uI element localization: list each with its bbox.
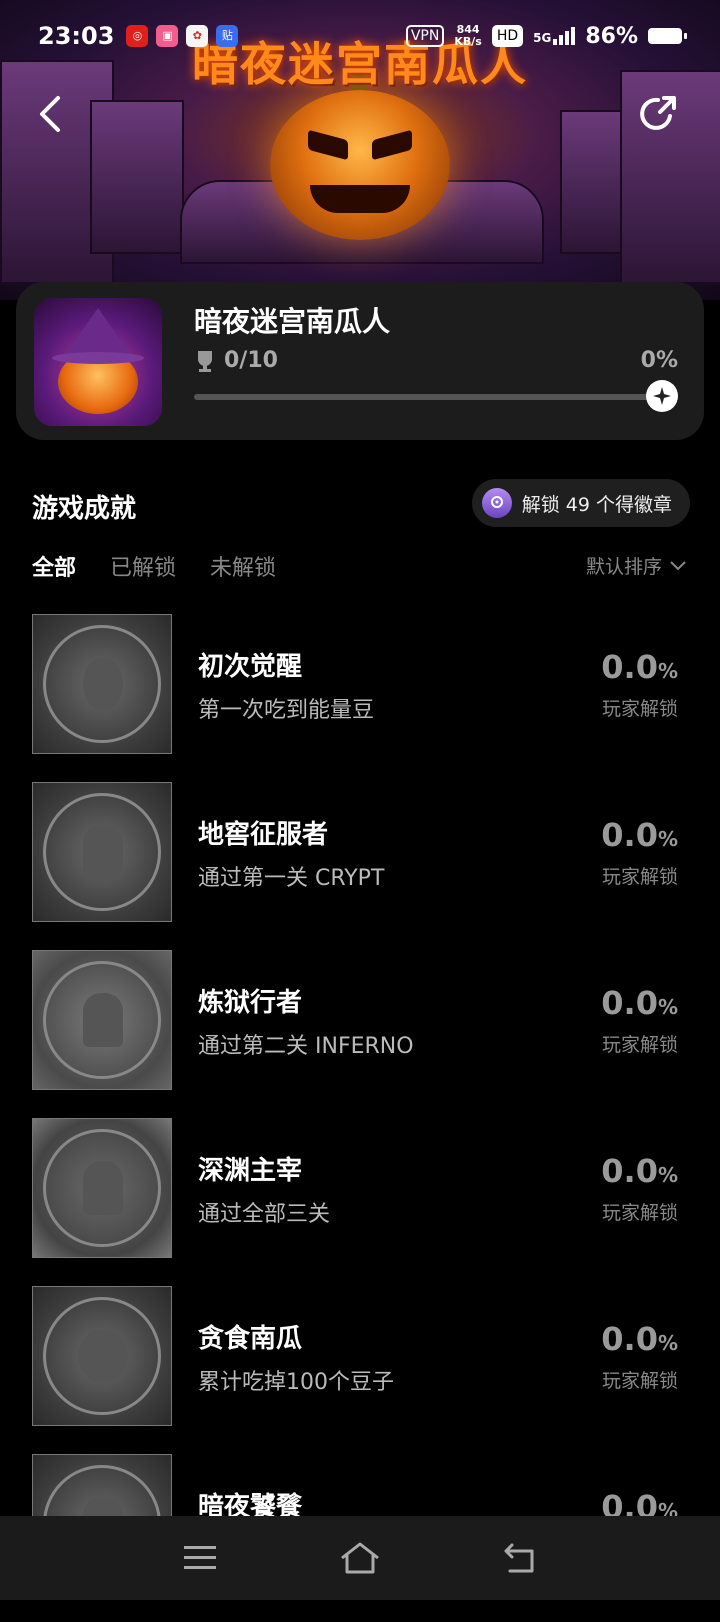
tieba-icon: 贴 <box>216 25 239 47</box>
percent-unit: % <box>657 827 678 851</box>
progress-knob <box>646 380 678 412</box>
share-icon <box>640 96 676 130</box>
chevron-down-icon <box>670 560 686 570</box>
percent-unit: % <box>657 995 678 1019</box>
achievement-badge-image <box>32 1118 172 1258</box>
bilibili-icon: ▣ <box>156 25 179 47</box>
vpn-indicator: VPN <box>405 25 445 47</box>
achievement-title: 深渊主宰 <box>198 1156 303 1186</box>
game-info-card: 暗夜迷宫南瓜人 0/10 0% <box>16 282 704 440</box>
achievement-sub: 玩家解锁 <box>601 1034 678 1056</box>
percent-unit: % <box>657 1163 678 1187</box>
achievement-title: 炼狱行者 <box>198 988 303 1018</box>
achievement-item[interactable]: 贪食南瓜 累计吃掉100个豆子 0.0% 玩家解锁 <box>0 1286 720 1454</box>
achievement-item[interactable]: 初次觉醒 第一次吃到能量豆 0.0% 玩家解锁 <box>0 614 720 782</box>
achievement-desc: 第一次吃到能量豆 <box>198 698 375 723</box>
status-time: 23:03 <box>38 22 115 50</box>
signal-icon: 5G <box>533 27 576 45</box>
netease-music-icon: ◎ <box>126 25 149 47</box>
achievement-item[interactable]: 深渊主宰 通过全部三关 0.0% 玩家解锁 <box>0 1118 720 1286</box>
percent-unit: % <box>657 1331 678 1355</box>
filter-tabs: 全部 已解锁 未解锁 <box>32 550 276 582</box>
menu-button[interactable] <box>180 1538 220 1578</box>
achievement-sub: 玩家解锁 <box>601 1370 678 1392</box>
achievement-badge-image <box>32 950 172 1090</box>
percent-value: 0.0 <box>601 1152 658 1190</box>
achievement-sub: 玩家解锁 <box>601 698 678 720</box>
achievement-desc: 通过第二关 INFERNO <box>198 1034 414 1059</box>
unlock-badge-button[interactable]: 解锁 49 个得徽章 <box>471 479 690 527</box>
achievement-percent: 0.0% <box>601 1320 678 1358</box>
system-nav-bar <box>0 1516 720 1600</box>
game-center-icon: ✿ <box>186 25 209 47</box>
game-icon[interactable] <box>34 298 162 426</box>
achievement-desc: 通过第一关 CRYPT <box>198 866 385 891</box>
trophy-icon <box>198 350 212 372</box>
achievement-badge-image <box>32 614 172 754</box>
tab-all[interactable]: 全部 <box>32 550 76 582</box>
net-speed-unit: KB/s <box>454 35 482 48</box>
percent-value: 0.0 <box>601 984 658 1022</box>
back-nav-button[interactable] <box>500 1538 540 1578</box>
game-title: 暗夜迷宫南瓜人 <box>194 305 391 338</box>
battery-icon <box>648 28 687 44</box>
signal-label: 5G <box>533 31 552 45</box>
return-icon <box>504 1543 534 1573</box>
badge-icon <box>481 488 512 518</box>
achievement-desc: 累计吃掉100个豆子 <box>198 1370 394 1395</box>
achievement-percent: 0.0% <box>601 816 678 854</box>
achievement-list: 初次觉醒 第一次吃到能量豆 0.0% 玩家解锁 地窖征服者 通过第一关 CRYP… <box>0 614 720 1622</box>
hd-indicator: HD <box>491 25 524 47</box>
sort-dropdown[interactable]: 默认排序 <box>586 552 686 579</box>
sparkle-icon <box>653 387 671 405</box>
network-speed: 844 KB/s <box>454 24 481 48</box>
back-button[interactable] <box>22 86 78 142</box>
achievement-item[interactable]: 炼狱行者 通过第二关 INFERNO 0.0% 玩家解锁 <box>0 950 720 1118</box>
status-bar: 23:03 ◎ ▣ ✿ 贴 VPN 844 KB/s HD 5G 86% <box>0 0 720 72</box>
sort-label: 默认排序 <box>585 556 662 578</box>
battery-percent: 86% <box>585 23 638 49</box>
progress-percent: 0% <box>640 348 678 373</box>
achievement-badge-image <box>32 1286 172 1426</box>
back-arrow-icon <box>40 96 60 132</box>
achievement-title: 贪食南瓜 <box>198 1324 303 1354</box>
trophy-progress: 0/10 <box>194 348 278 373</box>
achievement-item[interactable]: 地窖征服者 通过第一关 CRYPT 0.0% 玩家解锁 <box>0 782 720 950</box>
pumpkin-illustration <box>270 90 450 240</box>
maze-wall <box>90 100 184 254</box>
progress-track <box>194 394 674 400</box>
trophy-count: 0/10 <box>224 348 278 373</box>
percent-value: 0.0 <box>601 648 658 686</box>
achievement-desc: 通过全部三关 <box>198 1202 331 1227</box>
home-icon <box>341 1542 379 1574</box>
tab-unlocked[interactable]: 已解锁 <box>110 550 176 582</box>
achievements-title: 游戏成就 <box>32 494 137 524</box>
menu-icon <box>184 1546 216 1569</box>
percent-unit: % <box>657 659 678 683</box>
percent-value: 0.0 <box>601 816 658 854</box>
badge-button-label: 解锁 49 个得徽章 <box>521 493 672 516</box>
achievement-sub: 玩家解锁 <box>601 866 678 888</box>
tab-locked[interactable]: 未解锁 <box>210 550 276 582</box>
percent-value: 0.0 <box>601 1320 658 1358</box>
achievement-title: 初次觉醒 <box>198 652 303 682</box>
share-button[interactable] <box>630 86 686 142</box>
achievement-percent: 0.0% <box>601 984 678 1022</box>
achievement-percent: 0.0% <box>601 648 678 686</box>
achievement-badge-image <box>32 782 172 922</box>
achievement-title: 地窖征服者 <box>198 820 329 850</box>
achievement-percent: 0.0% <box>601 1152 678 1190</box>
achievement-sub: 玩家解锁 <box>601 1202 678 1224</box>
home-button[interactable] <box>340 1538 380 1578</box>
